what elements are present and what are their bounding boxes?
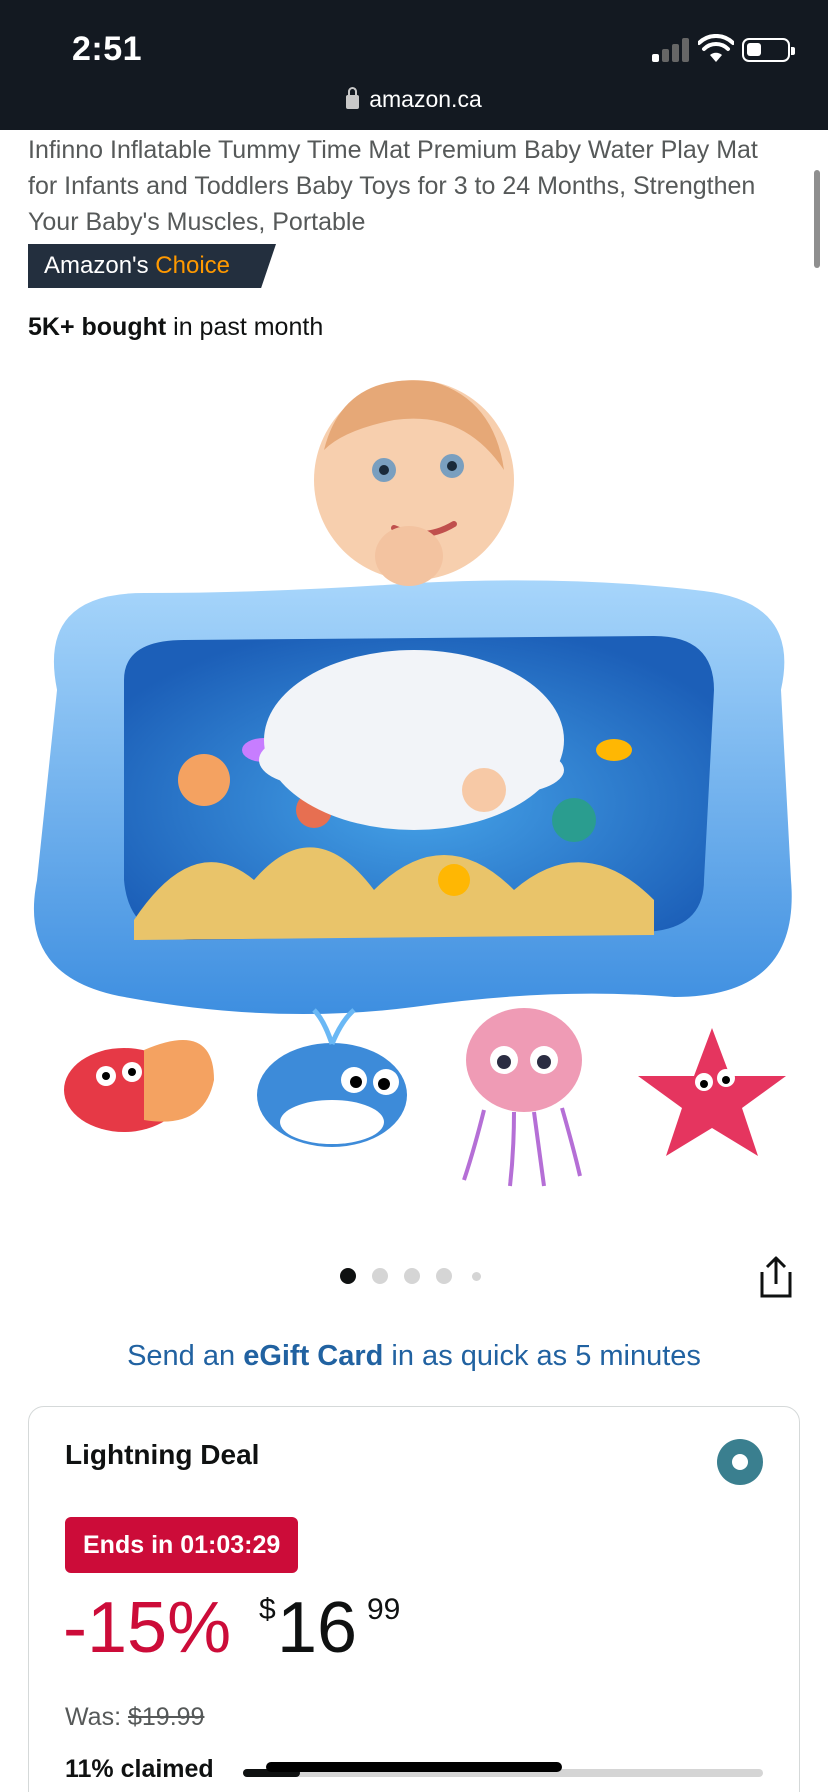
deal-title: Lightning Deal	[65, 1439, 260, 1470]
egift-pre: Send an	[127, 1340, 244, 1372]
url-bar[interactable]: amazon.ca	[0, 86, 828, 113]
status-bar: 2:51 amazon.ca	[0, 0, 828, 130]
lightning-deal-card[interactable]: Lightning Deal Ends in 01:03:29 -15% $ 1…	[28, 1406, 800, 1792]
wifi-icon	[698, 34, 734, 62]
bought-count: 5K+ bought in past month	[28, 313, 323, 342]
carousel-dot[interactable]	[436, 1268, 452, 1284]
home-indicator[interactable]	[266, 1762, 562, 1772]
cellular-signal-icon	[652, 38, 692, 62]
carousel-dot[interactable]	[340, 1268, 356, 1284]
claimed-label: 11% claimed	[65, 1755, 214, 1783]
egift-card-link[interactable]: Send an eGift Card in as quick as 5 minu…	[0, 1340, 828, 1373]
price-fraction: 99	[367, 1593, 401, 1626]
egift-strong: eGift Card	[243, 1340, 384, 1372]
was-price: Was: $19.99	[65, 1703, 204, 1732]
deal-radio-button[interactable]	[717, 1439, 763, 1485]
carousel-dot[interactable]	[372, 1268, 388, 1284]
share-icon[interactable]	[756, 1254, 796, 1300]
badge-accent: Choice	[155, 252, 231, 279]
egift-post: in as quick as 5 minutes	[383, 1340, 701, 1372]
product-title[interactable]: Infinno Inflatable Tummy Time Mat Premiu…	[28, 132, 788, 240]
price-currency: $	[259, 1593, 276, 1626]
product-image[interactable]	[14, 360, 814, 1200]
was-label: Was:	[65, 1703, 122, 1731]
carousel-dot[interactable]	[404, 1268, 420, 1284]
price-whole: 16	[277, 1588, 358, 1668]
carousel-dot[interactable]	[472, 1272, 481, 1281]
lock-icon	[346, 87, 360, 109]
battery-icon	[742, 38, 795, 62]
bought-rest: in past month	[166, 313, 324, 341]
was-price-value: $19.99	[127, 1703, 205, 1731]
url-text: amazon.ca	[369, 86, 482, 112]
bought-strong: 5K+ bought	[28, 313, 167, 341]
amazons-choice-badge[interactable]: Amazon's Choice	[28, 244, 276, 288]
discount-percent: -15%	[63, 1588, 232, 1668]
deal-countdown-badge: Ends in 01:03:29	[65, 1517, 299, 1573]
clock: 2:51	[72, 30, 143, 68]
badge-prefix: Amazon's	[44, 252, 149, 279]
page-scrollbar[interactable]	[814, 170, 820, 268]
